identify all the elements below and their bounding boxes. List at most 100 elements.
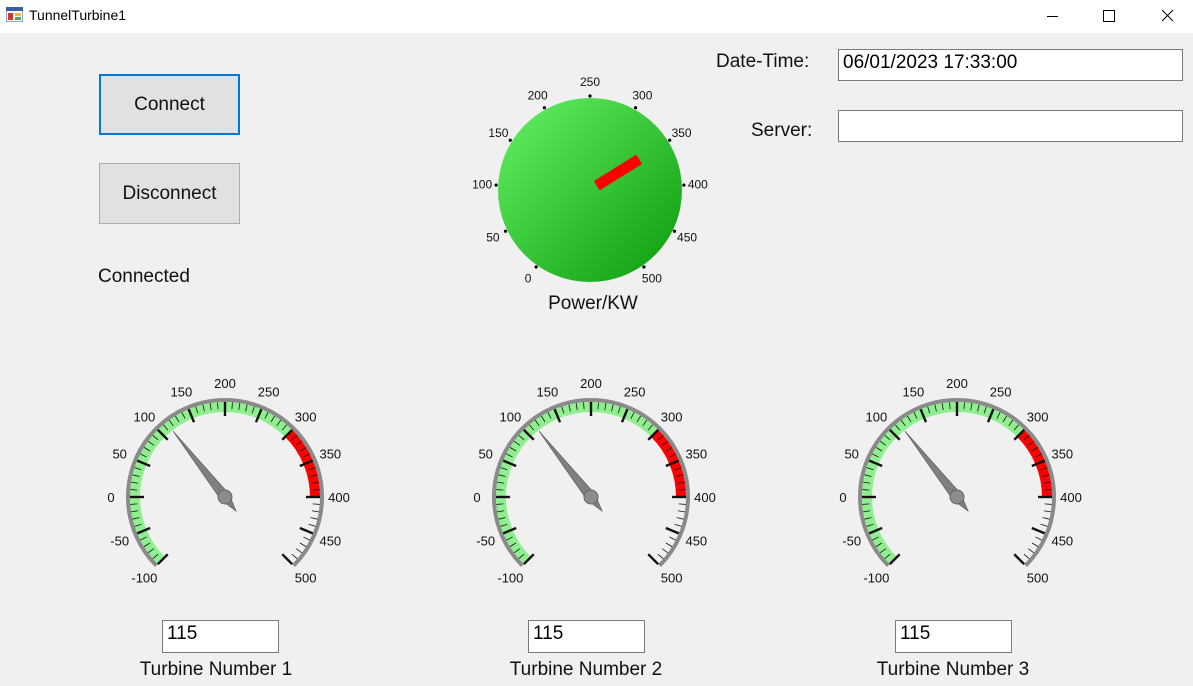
gauge-minor-tick bbox=[299, 542, 307, 547]
gauge-minor-tick bbox=[949, 402, 951, 410]
connection-status: Connected bbox=[98, 266, 190, 287]
gauge-tick-label: 150 bbox=[537, 385, 559, 400]
gauge-major-tick bbox=[647, 553, 660, 566]
turbine-gauge-1: -100 -50 0 50 100 150 200 250 300 350 400 450 500 bbox=[107, 376, 350, 586]
app-window-icon bbox=[6, 7, 23, 22]
turbine-1-value-field[interactable]: 115 bbox=[162, 620, 279, 653]
gauge-needle-hub bbox=[217, 489, 233, 505]
power-gauge-tick bbox=[534, 265, 538, 269]
gauge-minor-tick bbox=[1044, 503, 1052, 505]
gauge-minor-tick bbox=[665, 542, 673, 547]
gauge-tick-label: 350 bbox=[685, 446, 707, 461]
gauge-tick-label: 450 bbox=[685, 534, 707, 549]
server-field[interactable] bbox=[838, 110, 1183, 142]
turbine-2-caption: Turbine Number 2 bbox=[509, 659, 663, 680]
power-gauge-tick bbox=[503, 229, 508, 233]
gauge-minor-tick bbox=[130, 503, 138, 505]
gauge-tick-label: 350 bbox=[319, 446, 341, 461]
gauge-tick-label: 400 bbox=[328, 490, 350, 505]
gauge-tick-label: 300 bbox=[661, 409, 683, 424]
turbine-gauge-3: -100 -50 0 50 100 150 200 250 300 350 400 450 500 bbox=[839, 376, 1082, 586]
window-title: TunnelTurbine1 bbox=[29, 7, 127, 23]
gauge-minor-tick bbox=[669, 536, 676, 541]
maximize-icon bbox=[1103, 10, 1115, 22]
power-gauge-face bbox=[498, 98, 682, 282]
gauge-outer-arc bbox=[492, 398, 690, 567]
gauge-minor-tick bbox=[217, 402, 219, 410]
power-gauge-tick-label: 500 bbox=[642, 271, 662, 285]
power-gauge-tick-label: 0 bbox=[525, 271, 532, 285]
gauge-tick-label: 150 bbox=[171, 385, 193, 400]
turbine-2-value-field[interactable]: 115 bbox=[528, 620, 645, 653]
gauge-minor-tick bbox=[1040, 523, 1048, 527]
gauge-tick-label: 50 bbox=[112, 446, 126, 461]
power-gauge-tick-label: 150 bbox=[488, 126, 508, 140]
gauge-minor-tick bbox=[291, 553, 298, 560]
maximize-button[interactable] bbox=[1081, 0, 1139, 33]
gauge-minor-tick bbox=[862, 489, 870, 491]
gauge-tick-label: 150 bbox=[903, 385, 925, 400]
disconnect-button[interactable]: Disconnect bbox=[99, 163, 240, 224]
power-gauge-tick bbox=[508, 138, 512, 142]
gauge-minor-tick bbox=[1027, 548, 1035, 554]
gauge-minor-tick bbox=[308, 523, 316, 527]
gauge-minor-tick bbox=[1042, 517, 1050, 520]
datetime-label: Date-Time: bbox=[716, 51, 810, 72]
gauge-minor-tick bbox=[1031, 542, 1039, 547]
gauge-tick-label: 0 bbox=[473, 490, 480, 505]
gauge-minor-tick bbox=[312, 489, 320, 491]
gauge-minor-tick bbox=[295, 548, 303, 554]
power-gauge-tick-label: 50 bbox=[486, 230, 500, 244]
datetime-field[interactable]: 06/01/2023 17:33:00 bbox=[838, 49, 1183, 81]
power-gauge-tick bbox=[672, 229, 677, 233]
gauge-major-tick bbox=[1013, 553, 1026, 566]
power-gauge-tick bbox=[633, 106, 638, 110]
close-button[interactable] bbox=[1139, 0, 1193, 33]
gauge-minor-tick bbox=[597, 402, 599, 410]
gauge-tick-label: 100 bbox=[500, 409, 522, 424]
gauge-minor-tick bbox=[1043, 510, 1051, 513]
power-gauge-tick-label: 250 bbox=[580, 75, 600, 89]
gauge-minor-tick bbox=[1023, 553, 1030, 560]
power-gauge-tick-label: 200 bbox=[528, 89, 548, 103]
power-gauge-tick-label: 400 bbox=[688, 177, 708, 191]
gauge-tick-label: 400 bbox=[1060, 490, 1082, 505]
power-gauge-tick-label: 350 bbox=[672, 126, 692, 140]
gauge-minor-tick bbox=[231, 402, 233, 410]
gauge-minor-tick bbox=[303, 536, 310, 541]
gauge-tick-label: 50 bbox=[844, 446, 858, 461]
gauge-tick-label: 100 bbox=[134, 409, 156, 424]
turbine-3-value-field[interactable]: 115 bbox=[895, 620, 1012, 653]
power-gauge-tick bbox=[642, 265, 646, 269]
gauge-tick-label: 50 bbox=[478, 446, 492, 461]
gauge-tick-label: 0 bbox=[839, 490, 846, 505]
gauge-major-tick bbox=[665, 526, 680, 535]
gauge-tick-label: -50 bbox=[476, 534, 495, 549]
close-icon bbox=[1161, 9, 1174, 22]
minimize-button[interactable] bbox=[1023, 0, 1081, 33]
server-label: Server: bbox=[751, 120, 813, 141]
gauge-tick-label: -100 bbox=[863, 571, 889, 586]
gauge-tick-label: 200 bbox=[946, 376, 968, 391]
gauge-tick-label: -100 bbox=[497, 571, 523, 586]
power-gauge-tick-label: 100 bbox=[472, 177, 492, 191]
gauge-tick-label: 500 bbox=[295, 571, 317, 586]
gauge-tick-label: -50 bbox=[842, 534, 861, 549]
gauge-tick-label: -50 bbox=[110, 534, 129, 549]
power-gauge-tick-label: 300 bbox=[632, 89, 652, 103]
gauge-needle-hub bbox=[583, 489, 599, 505]
connect-button[interactable]: Connect bbox=[99, 74, 240, 135]
gauge-tick-label: 300 bbox=[295, 409, 317, 424]
minimize-icon bbox=[1047, 16, 1058, 17]
gauge-tick-label: 200 bbox=[580, 376, 602, 391]
gauge-minor-tick bbox=[310, 517, 318, 520]
gauge-major-tick bbox=[281, 553, 294, 566]
gauge-tick-label: 500 bbox=[1027, 571, 1049, 586]
gauge-tick-label: 250 bbox=[624, 385, 646, 400]
gauge-tick-label: 400 bbox=[694, 490, 716, 505]
gauge-minor-tick bbox=[1044, 489, 1052, 491]
gauge-minor-tick bbox=[674, 523, 682, 527]
gauge-outer-arc bbox=[858, 398, 1056, 567]
turbine-gauge-2: -100 -50 0 50 100 150 200 250 300 350 400 450 500 bbox=[473, 376, 716, 586]
gauge-tick-label: 200 bbox=[214, 376, 236, 391]
